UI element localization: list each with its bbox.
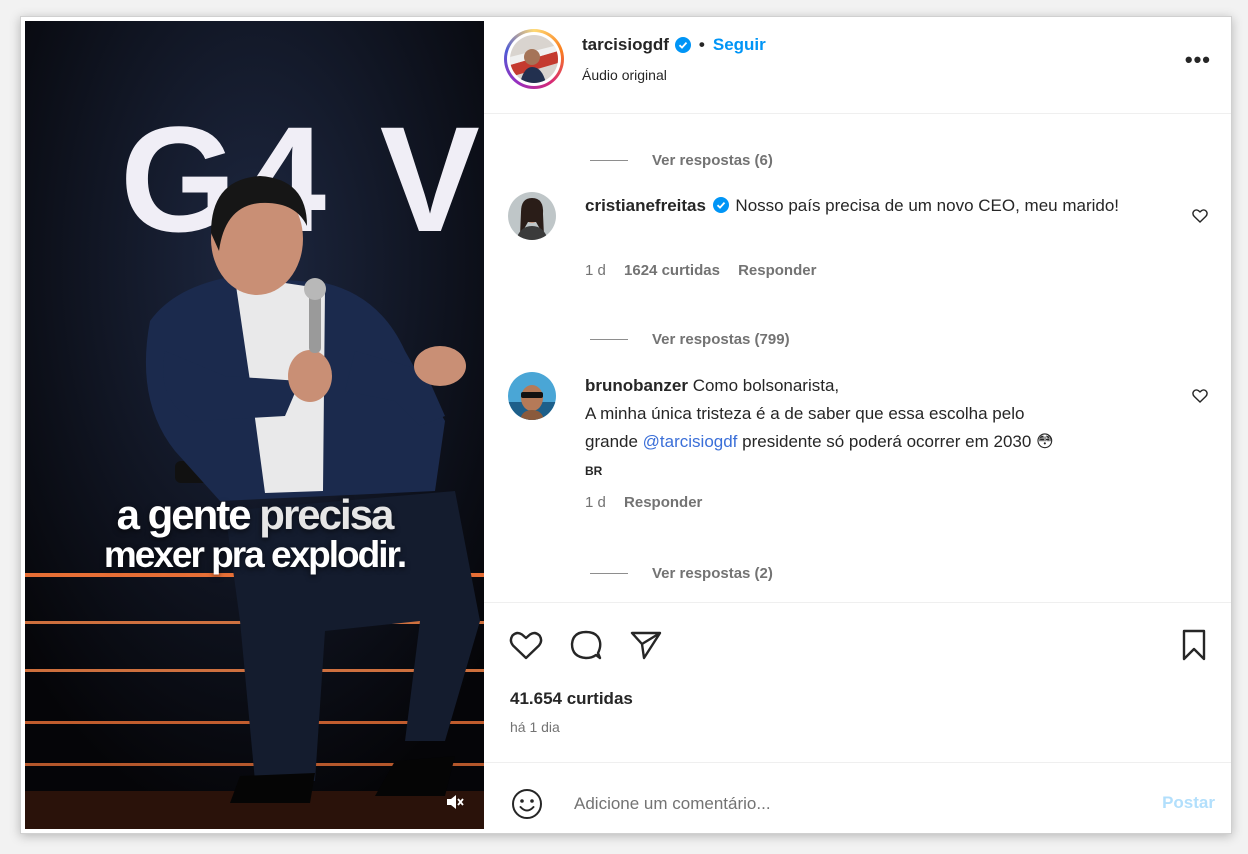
comment-bubble-icon[interactable] — [568, 627, 604, 663]
author-username[interactable]: tarcisiogdf — [582, 35, 669, 55]
view-replies-button[interactable]: Ver respostas (2) — [590, 565, 773, 582]
comment-username[interactable]: brunobanzer — [585, 376, 688, 395]
view-replies-label: Ver respostas (6) — [652, 152, 773, 169]
post-actions: 41.654 curtidas há 1 dia — [484, 602, 1231, 763]
replies-divider — [590, 160, 628, 161]
replies-divider — [590, 339, 628, 340]
comment-item: cristianefreitas Nosso país precisa de u… — [508, 192, 1208, 302]
video-caption-line-2: mexer pra explodir. — [103, 534, 407, 575]
story-avatar[interactable] — [504, 29, 564, 89]
avatar — [508, 372, 556, 420]
more-options-button[interactable]: ••• — [1185, 49, 1211, 71]
comment-item: brunobanzer Como bolsonarista, A minha ú… — [508, 372, 1208, 522]
country-flag-tag: BR — [585, 464, 603, 478]
audio-link[interactable]: Áudio original — [582, 67, 667, 83]
comment-composer: Postar — [484, 762, 1231, 833]
verified-badge-icon — [712, 197, 729, 213]
post-modal: G4 V a gente precisa mexer pra explodir.… — [20, 16, 1232, 834]
avatar — [508, 192, 556, 240]
replies-divider — [590, 573, 628, 574]
like-comment-icon[interactable] — [1192, 388, 1208, 404]
emoji-picker-icon[interactable] — [510, 787, 544, 821]
post-author: tarcisiogdf • Seguir — [582, 35, 766, 55]
mention-link[interactable]: @tarcisiogdf — [643, 432, 738, 451]
video-frame-scene: G4 V — [25, 21, 484, 829]
comment-text-line-3b: presidente só poderá ocorrer em 2030 — [737, 432, 1037, 451]
mute-toggle-button[interactable] — [442, 789, 468, 815]
avatar — [510, 35, 558, 83]
post-comment-button[interactable]: Postar — [1162, 793, 1215, 813]
likes-count[interactable]: 41.654 curtidas — [510, 689, 633, 709]
commenter-avatar[interactable] — [508, 192, 556, 240]
like-heart-icon[interactable] — [508, 627, 544, 663]
comment-input[interactable] — [572, 783, 1136, 825]
comment-text-line-3a: grande — [585, 432, 643, 451]
view-replies-label: Ver respostas (799) — [652, 331, 790, 348]
video-caption-line-1: a gente precisa — [116, 491, 395, 538]
comment-username[interactable]: cristianefreitas — [585, 196, 706, 215]
save-bookmark-icon[interactable] — [1176, 627, 1212, 663]
comment-body: brunobanzer Como bolsonarista, A minha ú… — [585, 372, 1175, 484]
comment-meta: 1 d 1624 curtidas Responder — [585, 262, 830, 279]
comment-body: cristianefreitas Nosso país precisa de u… — [585, 192, 1175, 220]
post-sidebar: tarcisiogdf • Seguir Áudio original ••• … — [484, 17, 1231, 833]
reel-video[interactable]: G4 V a gente precisa mexer pra explodir. — [25, 21, 484, 829]
view-replies-button[interactable]: Ver respostas (6) — [590, 152, 773, 169]
muted-speaker-icon — [447, 795, 464, 809]
comment-meta: 1 d Responder — [585, 494, 716, 511]
post-header: tarcisiogdf • Seguir Áudio original ••• — [484, 17, 1231, 114]
flushed-emoji: 😳 — [1036, 432, 1054, 451]
like-comment-icon[interactable] — [1192, 208, 1208, 224]
view-replies-label: Ver respostas (2) — [652, 565, 773, 582]
commenter-avatar[interactable] — [508, 372, 556, 420]
follow-button[interactable]: Seguir — [713, 35, 766, 55]
comment-age: 1 d — [585, 494, 606, 511]
reply-button[interactable]: Responder — [738, 262, 816, 279]
verified-badge-icon — [674, 37, 691, 53]
header-separator: • — [698, 35, 705, 54]
comment-text-line-1: Como bolsonarista, — [692, 376, 840, 395]
view-replies-button[interactable]: Ver respostas (799) — [590, 331, 790, 348]
post-timestamp[interactable]: há 1 dia — [510, 719, 560, 735]
comments-list: Ver respostas (6) cristianefreitas Nosso… — [484, 114, 1231, 602]
comment-age: 1 d — [585, 262, 606, 279]
comment-text: Nosso país precisa de um novo CEO, meu m… — [735, 196, 1120, 215]
comment-likes[interactable]: 1624 curtidas — [624, 262, 720, 279]
share-send-icon[interactable] — [628, 627, 664, 663]
reply-button[interactable]: Responder — [624, 494, 702, 511]
comment-text-line-2: A minha única tristeza é a de saber que … — [585, 404, 1025, 423]
